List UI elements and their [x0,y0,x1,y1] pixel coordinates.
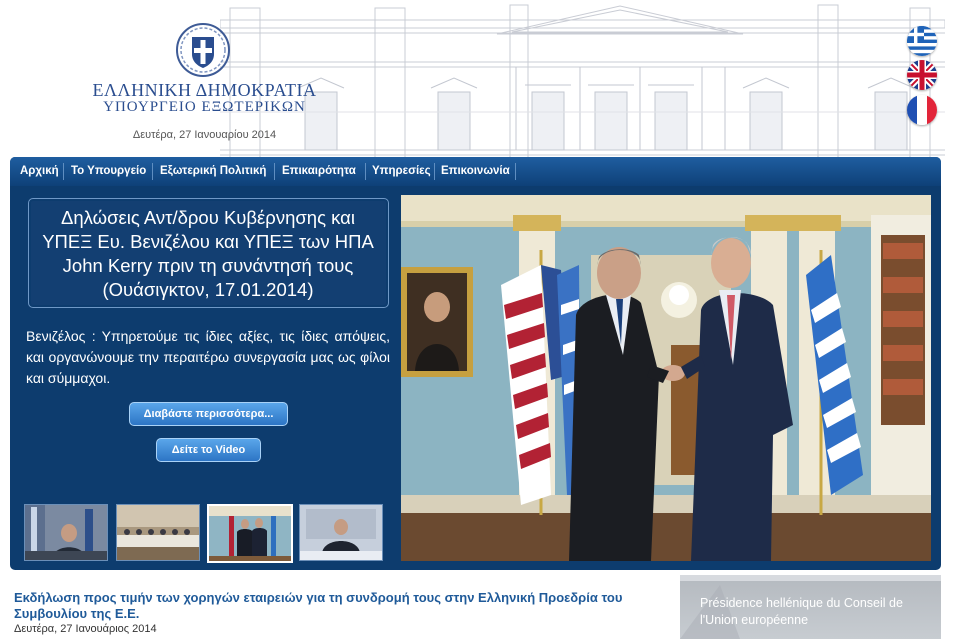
news-date: Δευτέρα, 27 Ιανουάριος 2014 [14,623,157,635]
nav-divider [365,163,366,180]
nav-item-contact[interactable]: Επικοινωνία [441,157,510,186]
nav-item-services[interactable]: Υπηρεσίες [372,157,431,186]
feature-summary: Βενιζέλος : Υπηρετούμε τις ίδιες αξίες, … [26,328,390,386]
nav-divider [434,163,435,180]
presidency-banner-text: Présidence hellénique du Conseil de l'Un… [700,596,903,627]
nav-item-home[interactable]: Αρχική [20,157,59,186]
nav-divider [63,163,64,180]
nav-item-foreign-policy[interactable]: Εξωτερική Πολιτική [160,157,266,186]
nav-item-ministry[interactable]: Το Υπουργείο [71,157,146,186]
main-nav: Αρχική Το Υπουργείο Εξωτερική Πολιτική Ε… [10,157,941,186]
french-flag-icon[interactable] [907,95,937,125]
coat-of-arms-icon [176,23,230,77]
featured-panel: Αρχική Το Υπουργείο Εξωτερική Πολιτική Ε… [10,157,941,570]
nav-item-news[interactable]: Επικαιρότητα [282,157,356,186]
eu-presidency-banner[interactable]: Présidence hellénique du Conseil de l'Un… [680,575,941,639]
greek-flag-icon[interactable] [907,26,937,56]
nav-divider [515,163,516,180]
brand-subtitle: ΥΠΟΥΡΓΕΙΟ ΕΞΩΤΕΡΙΚΩΝ [103,99,306,115]
thumbnail-2[interactable] [116,504,200,561]
news-headline-link[interactable]: Εκδήλωση προς τιμήν των χορηγών εταιρειώ… [14,590,646,622]
thumbnail-1[interactable] [24,504,108,561]
thumbnail-3-selected[interactable] [207,504,293,563]
watch-video-button[interactable]: Δείτε το Video [156,438,261,462]
feature-headline[interactable]: Δηλώσεις Αντ/δρου Κυβέρνησης και ΥΠΕΞ Ευ… [34,206,382,302]
nav-divider [274,163,275,180]
thumbnail-4[interactable] [299,504,383,561]
nav-divider [152,163,153,180]
building-illustration [220,0,945,158]
read-more-button[interactable]: Διαβάστε περισσότερα... [129,402,288,426]
hero-photo[interactable] [401,195,931,561]
uk-flag-icon[interactable] [907,60,937,90]
brand-title: ΕΛΛΗΝΙΚΗ ΔΗΜΟΚΡΑΤΙΑ [92,80,317,100]
site-header: ΕΛΛΗΝΙΚΗ ΔΗΜΟΚΡΑΤΙΑ ΥΠΟΥΡΓΕΙΟ ΕΞΩΤΕΡΙΚΩΝ… [0,0,954,158]
header-date: Δευτέρα, 27 Ιανουαρίου 2014 [132,129,277,141]
